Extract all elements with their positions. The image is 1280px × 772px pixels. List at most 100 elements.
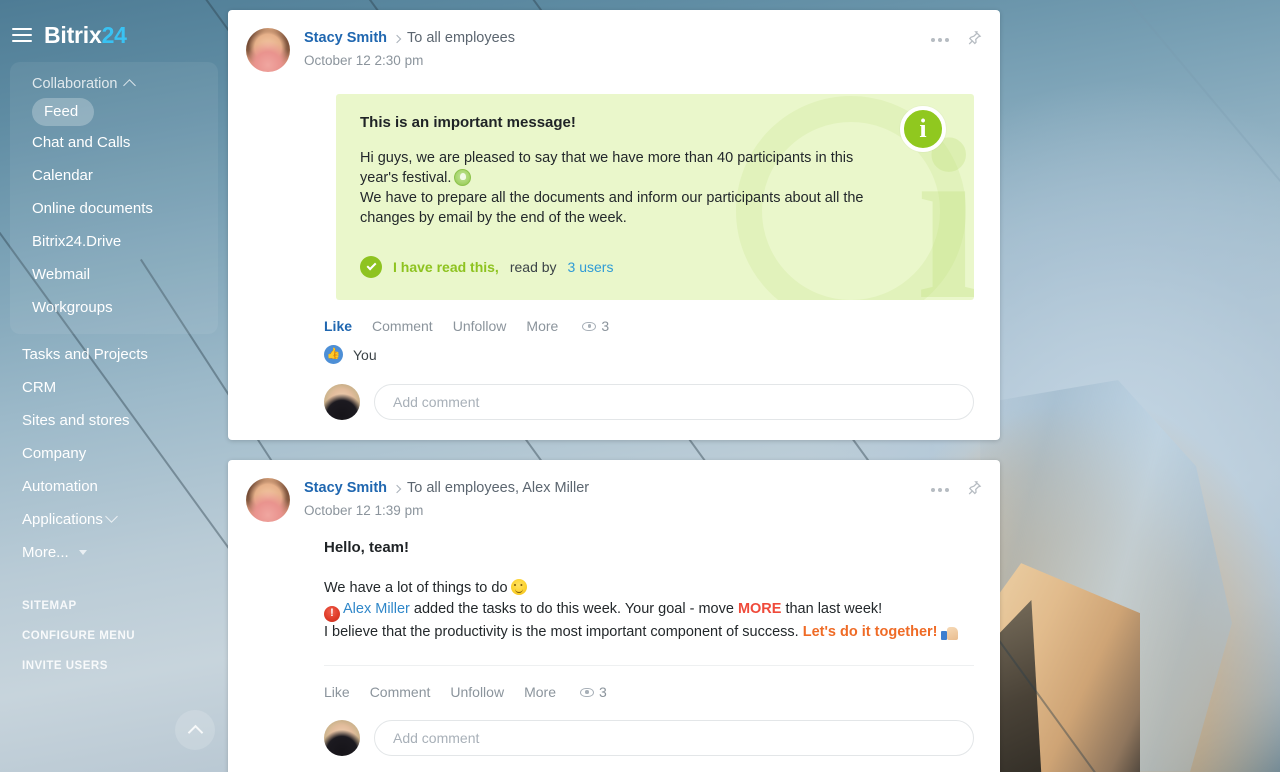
more-options-icon[interactable] [929, 484, 951, 496]
read-confirmation-row: I have read this, read by 3 users [360, 256, 950, 278]
post-header-text: Stacy Smith To all employees October 12 … [304, 28, 974, 72]
post-title: Hello, team! [324, 539, 410, 556]
post-body-line-3: I believe that the productivity is the m… [324, 622, 974, 643]
alert-emoji-icon: ! [324, 606, 340, 622]
post-card: Stacy Smith To all employees October 12 … [228, 10, 1000, 440]
add-comment-row [324, 720, 974, 756]
view-count-value: 3 [601, 318, 610, 334]
lightbulb-emoji-icon [454, 169, 472, 186]
sidebar-item-sitemap[interactable]: SITEMAP [0, 591, 228, 621]
sidebar-item-crm[interactable]: CRM [0, 371, 228, 404]
post-author[interactable]: Stacy Smith [304, 29, 387, 48]
brand-row: Bitrix24 [0, 0, 228, 52]
sidebar-item-configure-menu[interactable]: CONFIGURE MENU [0, 621, 228, 651]
post-header: Stacy Smith To all employees, Alex Mille… [246, 478, 974, 522]
post-body-line-3-text: I believe that the productivity is the m… [324, 624, 803, 640]
post-body-line-2-text-b: than last week! [781, 601, 883, 617]
feed: Stacy Smith To all employees October 12 … [228, 10, 1000, 772]
chevron-right-icon [392, 34, 402, 43]
read-by-label: read by [509, 259, 557, 275]
post-card: Stacy Smith To all employees, Alex Mille… [228, 460, 1000, 772]
post-body-line-1: We have a lot of things to do [324, 578, 974, 599]
comment-input[interactable] [374, 720, 974, 756]
eye-icon [579, 687, 594, 697]
more-options-icon[interactable] [929, 34, 951, 46]
like-button[interactable]: Like [324, 684, 350, 700]
post-body: We have a lot of things to do ! Alex Mill… [324, 578, 974, 643]
chevron-right-icon [392, 484, 402, 493]
thumbs-up-icon: 👍 [324, 345, 343, 364]
post-timestamp: October 12 1:39 pm [304, 503, 424, 518]
comment-input[interactable] [374, 384, 974, 420]
important-line-1: Hi guys, we are pleased to say that we h… [360, 148, 880, 188]
post-body-line-2: ! Alex Miller added the tasks to do this … [324, 599, 974, 622]
sidebar-item-invite-users[interactable]: INVITE USERS [0, 651, 228, 681]
emphasis-more: MORE [737, 601, 782, 617]
info-icon: i [900, 106, 946, 152]
sidebar-item-calendar[interactable]: Calendar [10, 159, 218, 192]
post-recipients: To all employees, Alex Miller [407, 480, 590, 496]
brand-logo[interactable]: Bitrix24 [44, 22, 127, 49]
unfollow-button[interactable]: Unfollow [453, 318, 507, 334]
comment-button[interactable]: Comment [372, 318, 433, 334]
eye-icon [582, 321, 597, 331]
sidebar-item-online-documents[interactable]: Online documents [10, 192, 218, 225]
pin-icon[interactable] [967, 480, 982, 500]
sidebar-collaboration-group: Collaboration Feed Chat and Calls Calend… [10, 62, 218, 334]
sidebar-item-automation[interactable]: Automation [0, 470, 228, 503]
sidebar: Bitrix24 Collaboration Feed Chat and Cal… [0, 0, 228, 772]
check-circle-icon[interactable] [360, 256, 382, 278]
avatar[interactable] [246, 478, 290, 522]
more-button[interactable]: More [526, 318, 558, 334]
post-author[interactable]: Stacy Smith [304, 479, 387, 498]
mention-link[interactable]: Alex Miller [343, 601, 410, 617]
add-comment-row [324, 384, 974, 420]
sidebar-item-workgroups[interactable]: Workgroups [10, 291, 218, 324]
post-author-row: Stacy Smith To all employees [304, 29, 974, 48]
sidebar-item-tasks-and-projects[interactable]: Tasks and Projects [0, 338, 228, 371]
post-author-row: Stacy Smith To all employees, Alex Mille… [304, 479, 974, 498]
app-root: Bitrix24 Collaboration Feed Chat and Cal… [0, 0, 1280, 772]
chevron-down-icon [105, 510, 118, 523]
likers-row: 👍 You [324, 345, 974, 364]
comment-button[interactable]: Comment [370, 684, 431, 700]
sidebar-item-company[interactable]: Company [0, 437, 228, 470]
more-button[interactable]: More [524, 684, 556, 700]
smiley-emoji-icon [510, 579, 527, 595]
pin-icon[interactable] [967, 30, 982, 50]
like-button[interactable]: Like [324, 318, 352, 334]
sidebar-item-bitrix24-drive[interactable]: Bitrix24.Drive [10, 225, 218, 258]
post-body-line-2-text-a: added the tasks to do this week. Your go… [409, 601, 738, 617]
emphasis-cta: Let's do it together! [802, 624, 938, 640]
important-message-box: i i This is an important message! Hi guy… [336, 94, 974, 300]
post-divider [324, 665, 974, 666]
sidebar-item-label: Applications [22, 511, 103, 528]
avatar[interactable] [246, 28, 290, 72]
read-by-users-link[interactable]: 3 users [568, 259, 614, 275]
brand-name: Bitrix [44, 21, 102, 48]
view-count: 3 [582, 318, 609, 334]
sidebar-item-more[interactable]: More... [0, 536, 228, 569]
sidebar-footer-list: SITEMAP CONFIGURE MENU INVITE USERS [0, 591, 228, 681]
sidebar-main-list: Tasks and Projects CRM Sites and stores … [0, 338, 228, 569]
i-have-read-this-link[interactable]: I have read this, [393, 259, 499, 275]
sidebar-item-sites-and-stores[interactable]: Sites and stores [0, 404, 228, 437]
unfollow-button[interactable]: Unfollow [450, 684, 504, 700]
thumbs-up-emoji-icon [941, 624, 959, 640]
sidebar-group-header-collaboration[interactable]: Collaboration [10, 70, 218, 98]
important-line-1-text: Hi guys, we are pleased to say that we h… [360, 150, 854, 186]
sidebar-item-webmail[interactable]: Webmail [10, 258, 218, 291]
avatar[interactable] [324, 384, 360, 420]
post-recipients: To all employees [407, 30, 515, 46]
avatar[interactable] [324, 720, 360, 756]
sidebar-group-label: Collaboration [32, 76, 118, 92]
important-title: This is an important message! [360, 114, 576, 131]
menu-toggle-icon[interactable] [12, 28, 32, 42]
liker-name[interactable]: You [353, 347, 377, 363]
post-body-line-1-text: We have a lot of things to do [324, 580, 508, 596]
sidebar-item-chat-and-calls[interactable]: Chat and Calls [10, 126, 218, 159]
sidebar-item-applications[interactable]: Applications [0, 503, 228, 536]
post-header-actions [929, 480, 982, 500]
sidebar-item-label: More... [22, 544, 69, 561]
sidebar-item-feed[interactable]: Feed [10, 98, 218, 126]
